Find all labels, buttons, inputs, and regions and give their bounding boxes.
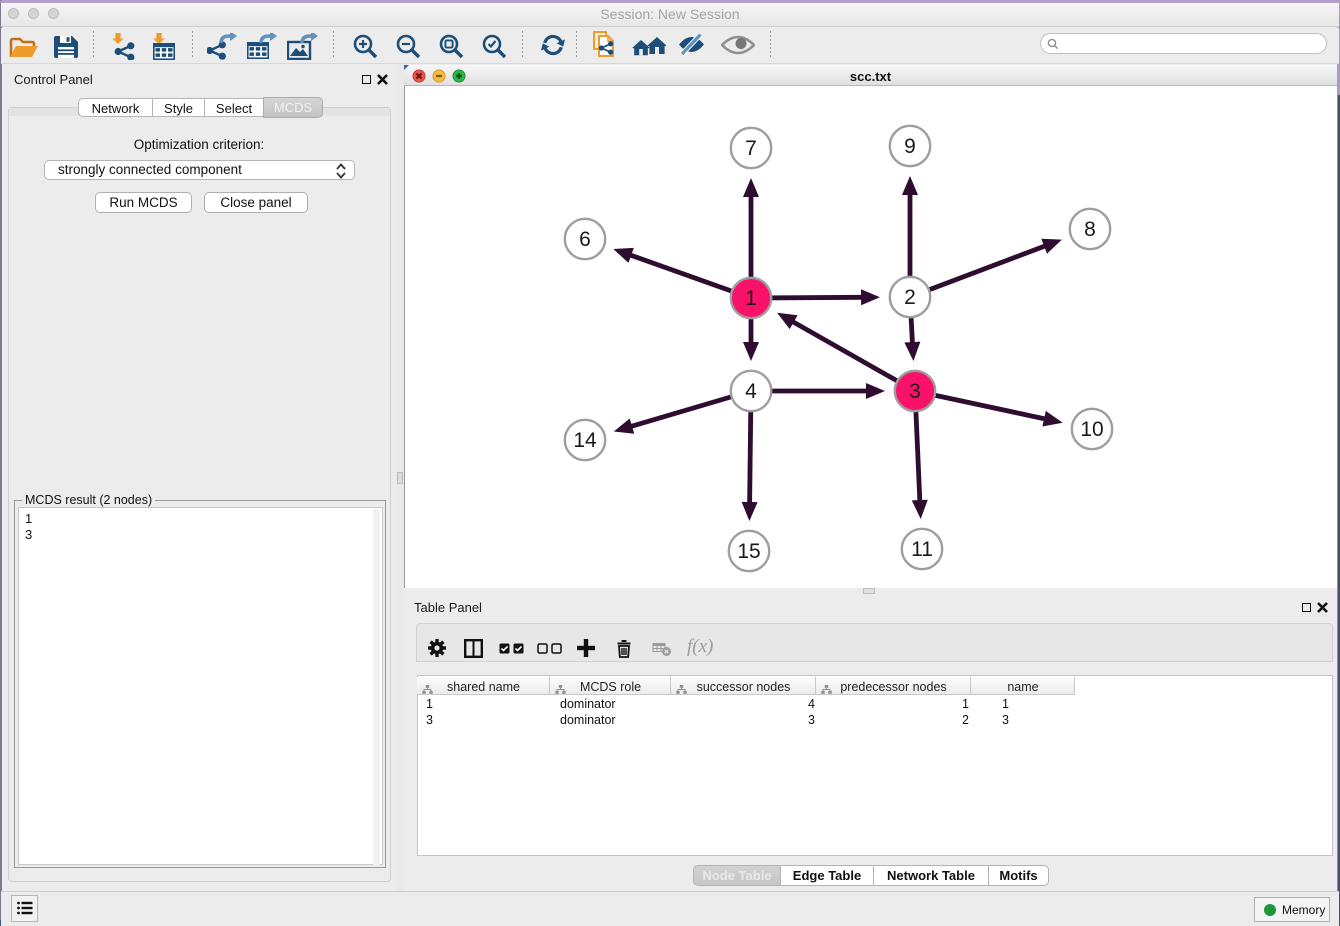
svg-text:6: 6 bbox=[579, 228, 591, 251]
svg-text:2: 2 bbox=[904, 286, 916, 309]
svg-text:7: 7 bbox=[745, 137, 757, 160]
svg-text:11: 11 bbox=[911, 538, 933, 561]
svg-text:15: 15 bbox=[737, 540, 760, 563]
svg-text:3: 3 bbox=[909, 380, 921, 403]
svg-text:8: 8 bbox=[1084, 218, 1096, 241]
svg-text:9: 9 bbox=[904, 135, 916, 158]
svg-text:10: 10 bbox=[1080, 418, 1103, 441]
svg-text:14: 14 bbox=[573, 429, 597, 452]
svg-text:4: 4 bbox=[745, 380, 757, 403]
svg-text:1: 1 bbox=[745, 287, 757, 310]
